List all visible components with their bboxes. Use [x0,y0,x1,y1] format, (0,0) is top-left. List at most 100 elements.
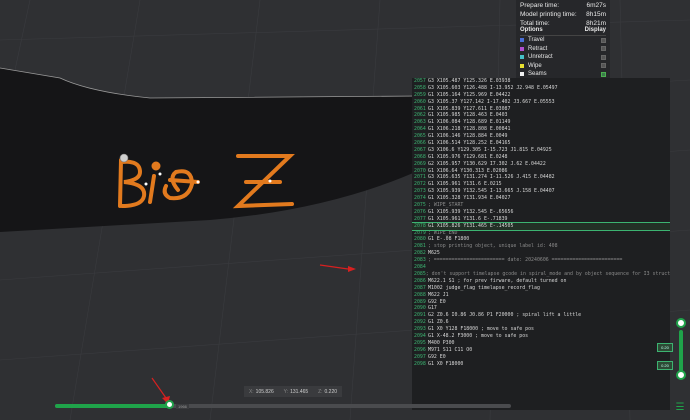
toolhead-coordinates: X: 105.826 Y: 131.465 Z: 0.220 [244,386,342,397]
layer-slider-top-thumb[interactable] [676,318,686,328]
gcode-line[interactable]: 2067 G3 X106.6 Y129.305 I-15.723 J1.815 E… [412,147,670,154]
gcode-line-number: 2069 [414,160,426,167]
gcode-line[interactable]: 2069 G2 X105.957 Y130.629 I7.302 J.62 E.0… [412,161,670,168]
gcode-line-number: 2062 [414,112,426,119]
gcode-line-number: 2089 [414,298,426,305]
option-retract[interactable]: Retract [520,45,606,54]
model-time-value: 8h15m [586,11,606,18]
gcode-line[interactable]: 2089 G92 E0 [412,299,670,306]
gcode-line-number: 2093 [414,326,426,333]
move-slider-thumb[interactable] [164,400,174,409]
gcode-line-text: G3 X105.603 Y126.488 I-13.952 J2.948 E.0… [428,84,558,91]
gcode-line-text: G1 X106.218 Y128.808 E.00841 [428,126,511,133]
gcode-line-text: G2 X105.957 Y130.629 I7.302 J.62 E.04422 [428,160,546,167]
gcode-line[interactable]: 2072 G1 X105.961 Y131.6 E.0215 [412,181,670,188]
prepare-time-label: Prepare time: [520,2,560,9]
gcode-line[interactable]: 2070 G1 X106.64 Y130.313 E.02086 [412,168,670,175]
gcode-line[interactable]: 2094 G1 X-48.2 F3000 ; move to safe pos [412,333,670,340]
gcode-line-number: 2060 [414,98,426,105]
gcode-line[interactable]: 2085; don't support timelapse gcode in s… [412,271,670,278]
gcode-line[interactable]: 2095 M400 P300 [412,340,670,347]
gcode-line[interactable]: 2073 G3 X105.939 Y132.545 I-13.665 J.158 … [412,188,670,195]
gcode-line-text: G1 X105.164 Y125.969 E.04422 [428,91,511,98]
gcode-line[interactable]: 2086 M622.1 S1 ; for prev firware, defaul… [412,278,670,285]
gcode-line-text: G1 X-48.2 F3000 ; move to safe pos [428,332,529,339]
option-swatch [520,38,524,43]
option-label: Travel [528,37,545,44]
gcode-line[interactable]: 2057 G3 X105.487 Y125.326 E.03938 [412,78,670,85]
gcode-line[interactable]: 2063 G1 X106.084 Y128.689 E.01149 [412,119,670,126]
gcode-line[interactable]: 2084 [412,264,670,271]
gcode-line-number: 2094 [414,332,426,339]
gcode-line-number: 2061 [414,105,426,112]
gcode-line[interactable]: 2059 G1 X105.164 Y125.969 E.04422 [412,92,670,99]
gcode-line-text: G1 X0 F18000 [428,360,464,367]
option-travel[interactable]: Travel [520,36,606,45]
gcode-line[interactable]: 2087 M1002 judge_flag timelapse_record_fl… [412,285,670,292]
option-swatch [520,46,524,51]
gcode-line[interactable]: 2064 G1 X106.218 Y128.808 E.00841 [412,126,670,133]
gcode-viewer[interactable]: 2057 G3 X105.487 Y125.326 E.03938 2058 G3 X… [412,78,670,410]
option-unretract[interactable]: Unretract [520,53,606,62]
gcode-line[interactable]: 2081; stop printing object, unique label… [412,243,670,250]
gcode-line[interactable]: 2082 M625 [412,250,670,257]
display-header: Display [584,27,606,33]
gcode-line-text: G17 [428,305,437,312]
gcode-line[interactable]: 2090 G17 [412,305,670,312]
gcode-line-text: M625 [428,250,440,257]
z-coord-value: 0.220 [324,388,338,395]
option-label: Unretract [528,54,553,61]
gcode-line[interactable]: 2092 G1 Z0.6 [412,319,670,326]
option-checkbox[interactable] [601,63,606,69]
option-wipe[interactable]: Wipe [520,62,606,71]
layers-icon[interactable]: ☰ [674,402,686,414]
gcode-line[interactable]: 2060 G3 X105.37 Y127.142 I-17.402 J3.667 … [412,99,670,106]
gcode-line[interactable]: 2096 M971 S11 C11 O0 [412,347,670,354]
gcode-line[interactable]: 2088 M622 J1 [412,292,670,299]
gcode-line[interactable]: 2075; WIPE_START [412,202,670,209]
option-checkbox[interactable] [601,71,606,77]
gcode-line-text: ; stop printing object, unique label id:… [428,243,558,250]
y-coord-value: 131.465 [290,388,309,395]
gcode-line[interactable]: 2080 G1 E-.08 F1800 [412,236,670,243]
gcode-line[interactable]: 2076 G1 X105.939 Y132.545 E-.65656 [412,209,670,216]
gcode-line[interactable]: 2091 G2 Z0.6 I0.86 J0.86 P1 F20000 ; spir… [412,312,670,319]
option-checkbox[interactable] [601,54,606,60]
gcode-line[interactable]: 2079; WIPE_END [412,230,670,237]
gcode-line-number: 2086 [414,277,426,284]
option-checkbox[interactable] [601,37,606,43]
gcode-line-number: 2072 [414,181,426,188]
gcode-line-active[interactable]: 2078 G1 X105.826 Y131.465 E-.14505 [412,221,670,231]
gcode-line-number: 2066 [414,140,426,147]
gcode-line-text: G1 X0 Y128 F18000 ; move to safe pos [428,326,534,333]
gcode-line[interactable]: 2062 G1 X105.985 Y128.463 E.0403 [412,112,670,119]
layer-slider-bottom-thumb[interactable] [676,370,686,380]
gcode-line[interactable]: 2098 G1 X0 F18000 [412,361,670,368]
gcode-line-number: 2077 [414,215,426,222]
gcode-line-text: G3 X105.37 Y127.142 I-17.402 J3.667 E.05… [428,98,555,105]
gcode-line-number: 2057 [414,78,426,84]
gcode-line-text: G1 X105.961 Y131.6 E-.71839 [428,215,508,222]
move-slider-label: 1966 [176,404,189,409]
gcode-line-text: G1 X106.146 Y128.884 E.0049 [428,133,508,140]
gcode-line-number: 2071 [414,174,426,181]
gcode-line[interactable]: 2068 G1 X105.976 Y129.681 E.0248 [412,154,670,161]
gcode-line[interactable]: 2066 G1 X106.514 Y128.252 E.04165 [412,140,670,147]
gcode-line[interactable]: 2097 G92 E0 [412,354,670,361]
gcode-line-text: ; ======================== date: 2024060… [428,257,623,264]
gcode-line-number: 2079 [414,229,426,236]
gcode-line[interactable]: 2071 G3 X105.635 Y131.274 I-11.526 J.415 … [412,174,670,181]
gcode-line-number: 2085 [414,270,426,277]
x-coord-value: 105.826 [255,388,274,395]
gcode-line-text: G1 X105.985 Y128.463 E.0403 [428,112,508,119]
gcode-line[interactable]: 2074 G1 X105.328 Y131.934 E.04027 [412,195,670,202]
gcode-line[interactable]: 2083; ======================== date: 202… [412,257,670,264]
gcode-line-number: 2096 [414,346,426,353]
gcode-line[interactable]: 2077 G1 X105.961 Y131.6 E-.71839 [412,216,670,223]
gcode-line[interactable]: 2061 G1 X105.839 Y127.611 E.03087 [412,106,670,113]
annotation-arrows [151,264,356,404]
gcode-line[interactable]: 2093 G1 X0 Y128 F18000 ; move to safe pos [412,326,670,333]
gcode-line[interactable]: 2058 G3 X105.603 Y126.488 I-13.952 J2.948… [412,85,670,92]
gcode-line[interactable]: 2065 G1 X106.146 Y128.884 E.0049 [412,133,670,140]
option-checkbox[interactable] [601,46,606,52]
